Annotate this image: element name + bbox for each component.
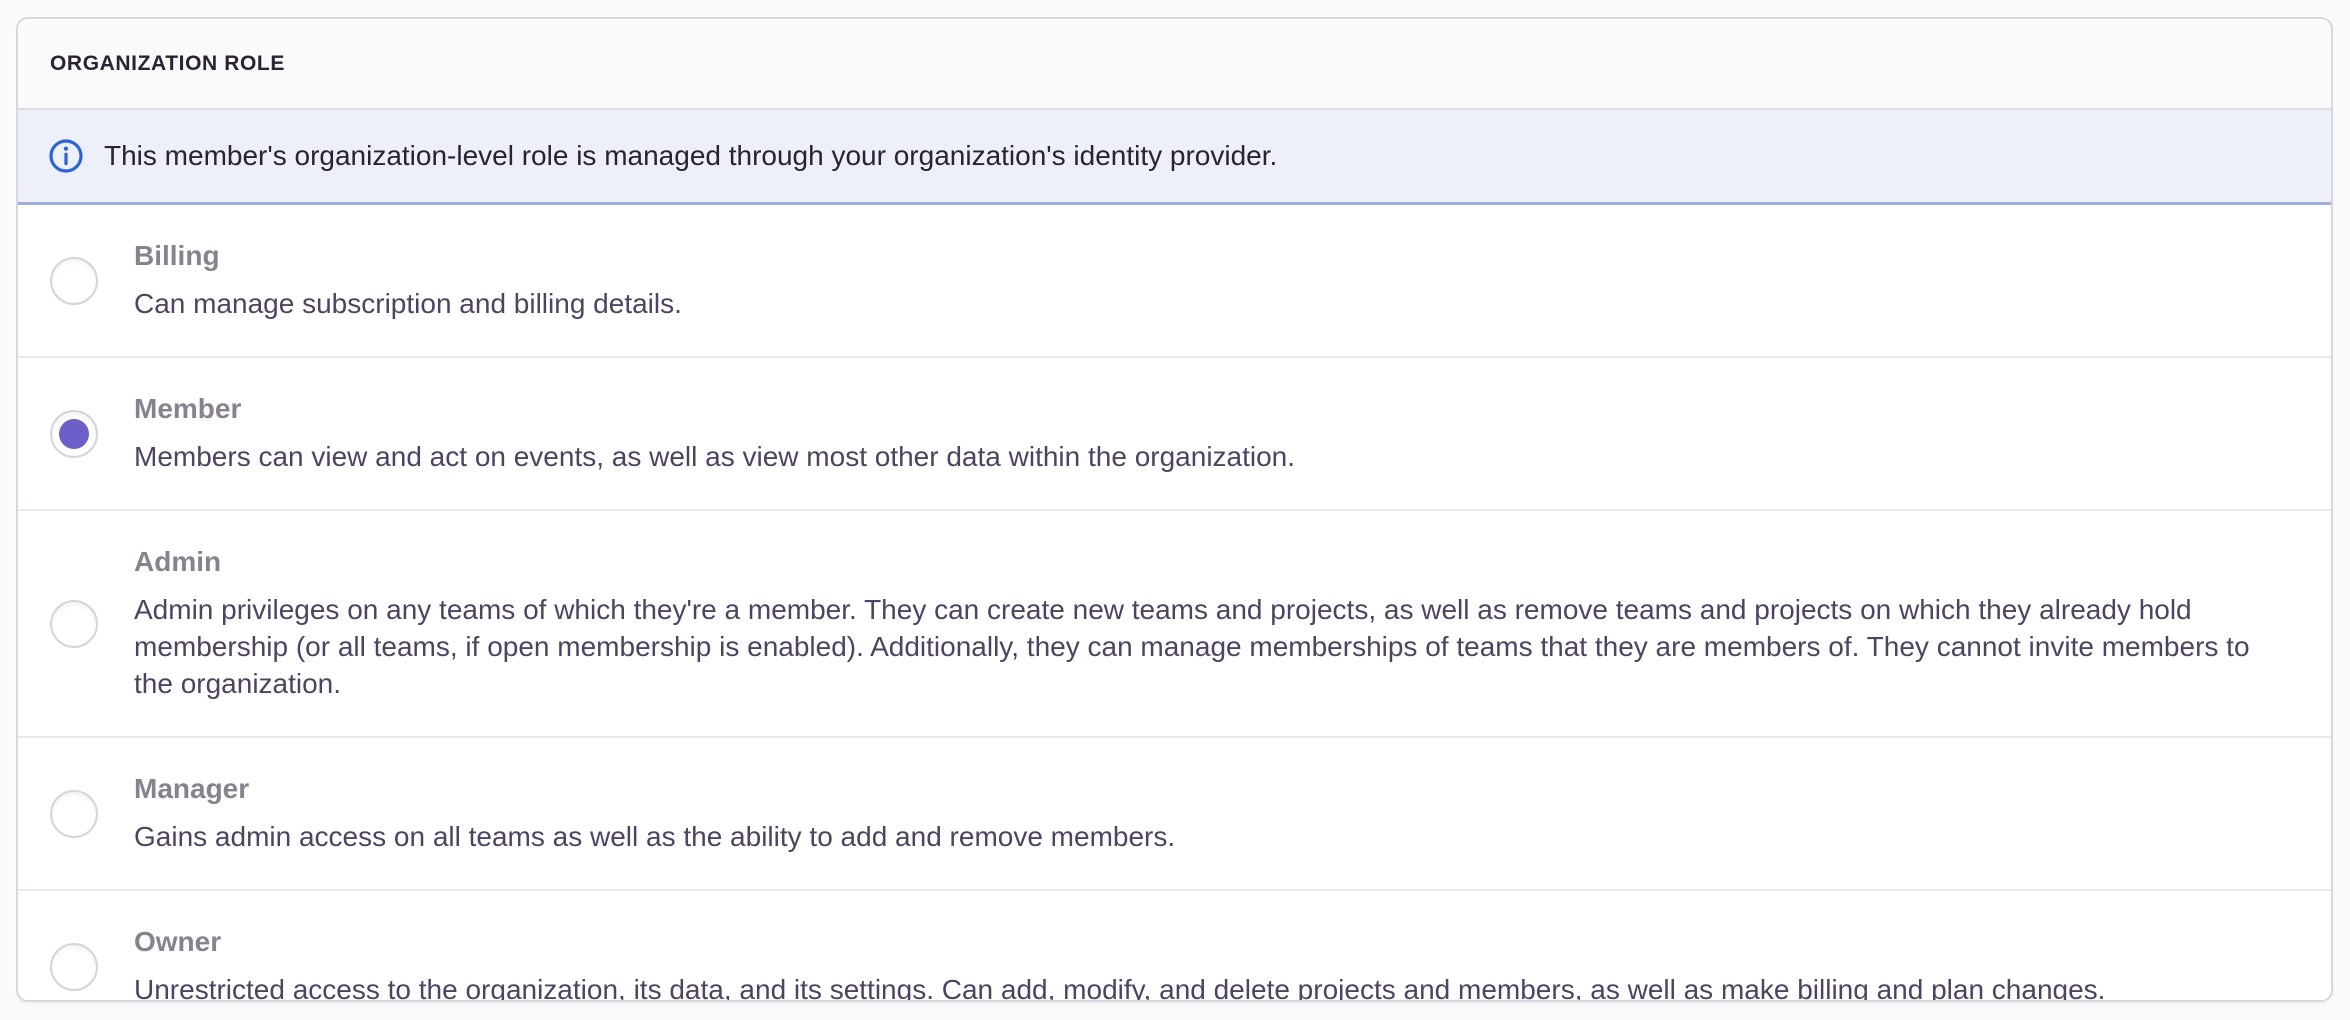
role-label-billing: Billing <box>134 239 2291 273</box>
role-description-admin: Admin privileges on any teams of which t… <box>134 591 2291 702</box>
role-option-manager[interactable]: Manager Gains admin access on all teams … <box>18 736 2331 889</box>
radio-admin[interactable] <box>50 600 98 648</box>
role-label-manager: Manager <box>134 772 2291 806</box>
role-radio-group: Billing Can manage subscription and bill… <box>18 205 2331 1002</box>
role-option-admin[interactable]: Admin Admin privileges on any teams of w… <box>18 509 2331 736</box>
idp-info-banner: This member's organization-level role is… <box>18 110 2331 205</box>
idp-info-message: This member's organization-level role is… <box>104 140 1277 172</box>
role-label-admin: Admin <box>134 545 2291 579</box>
role-description-manager: Gains admin access on all teams as well … <box>134 818 2291 855</box>
radio-billing[interactable] <box>50 257 98 305</box>
radio-dot <box>59 419 89 449</box>
role-label-member: Member <box>134 392 2291 426</box>
role-option-owner[interactable]: Owner Unrestricted access to the organiz… <box>18 889 2331 1002</box>
radio-owner[interactable] <box>50 943 98 991</box>
panel-header-title: ORGANIZATION ROLE <box>18 19 2331 110</box>
role-description-member: Members can view and act on events, as w… <box>134 438 2291 475</box>
role-label-owner: Owner <box>134 925 2291 959</box>
radio-member[interactable] <box>50 410 98 458</box>
radio-manager[interactable] <box>50 790 98 838</box>
role-option-member[interactable]: Member Members can view and act on event… <box>18 356 2331 509</box>
role-description-billing: Can manage subscription and billing deta… <box>134 285 2291 322</box>
role-description-owner: Unrestricted access to the organization,… <box>134 971 2291 1002</box>
organization-role-panel: ORGANIZATION ROLE This member's organiza… <box>16 17 2333 1002</box>
role-option-billing[interactable]: Billing Can manage subscription and bill… <box>18 205 2331 356</box>
info-icon <box>48 138 84 174</box>
